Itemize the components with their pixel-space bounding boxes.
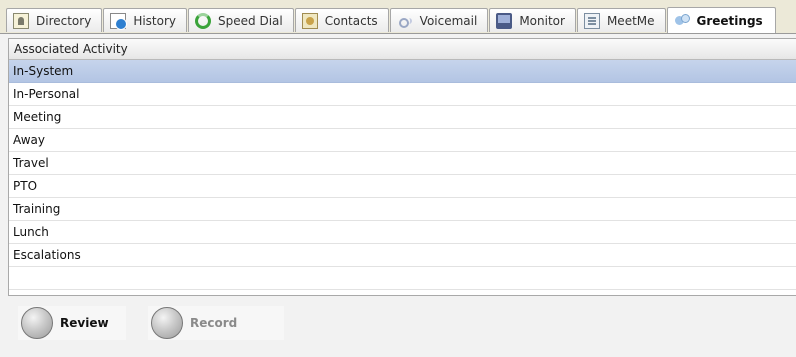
table-row[interactable]: In-Personal — [9, 83, 796, 106]
tab-speed-dial[interactable]: Speed Dial — [188, 8, 294, 32]
tab-label: Greetings — [696, 13, 763, 28]
column-header-associated-activity[interactable]: Associated Activity — [9, 39, 796, 60]
meetme-icon — [583, 12, 600, 29]
row-label: In-System — [13, 64, 74, 78]
record-button[interactable]: Record — [148, 306, 284, 340]
table-row[interactable]: Escalations — [9, 244, 796, 267]
table-row[interactable]: In-System — [9, 60, 796, 83]
tab-label: Directory — [36, 13, 92, 28]
record-round-icon — [151, 307, 183, 339]
tab-directory[interactable]: Directory — [6, 8, 103, 32]
greetings-icon — [674, 13, 690, 29]
tab-label: Monitor — [519, 13, 565, 28]
row-label: Training — [13, 202, 61, 216]
tab-greetings[interactable]: Greetings — [666, 7, 776, 33]
table-row[interactable]: Away — [9, 129, 796, 152]
table-row[interactable]: Travel — [9, 152, 796, 175]
tab-contacts[interactable]: Contacts — [294, 8, 389, 32]
review-round-icon — [21, 307, 53, 339]
row-label: Escalations — [13, 248, 81, 262]
voicemail-icon — [397, 13, 413, 29]
activity-table: Associated Activity In-System In-Persona… — [8, 38, 796, 296]
directory-icon — [13, 12, 29, 29]
tab-label: History — [133, 13, 177, 28]
row-label: In-Personal — [13, 87, 80, 101]
tab-monitor[interactable]: Monitor — [489, 8, 576, 32]
table-row[interactable]: Meeting — [9, 106, 796, 129]
row-label: Travel — [13, 156, 49, 170]
empty-table-row — [9, 267, 796, 290]
row-label: Meeting — [13, 110, 62, 124]
table-row[interactable]: PTO — [9, 175, 796, 198]
tab-label: Speed Dial — [218, 13, 283, 28]
row-label: PTO — [13, 179, 38, 193]
tab-bar: Directory History Speed Dial Contacts Vo… — [0, 0, 796, 34]
table-row[interactable]: Lunch — [9, 221, 796, 244]
record-label: Record — [190, 316, 238, 330]
tab-label: MeetMe — [606, 13, 655, 28]
row-label: Away — [13, 133, 45, 147]
speed-dial-icon — [195, 12, 212, 29]
tab-label: Voicemail — [419, 13, 478, 28]
monitor-icon — [496, 12, 513, 29]
contacts-icon — [301, 12, 318, 29]
history-icon — [110, 12, 128, 30]
review-button[interactable]: Review — [18, 306, 126, 340]
row-label: Lunch — [13, 225, 49, 239]
table-row[interactable]: Training — [9, 198, 796, 221]
column-header-label: Associated Activity — [14, 42, 128, 56]
tab-label: Contacts — [324, 13, 378, 28]
tab-voicemail[interactable]: Voicemail — [389, 8, 489, 32]
review-label: Review — [60, 316, 109, 330]
tab-history[interactable]: History — [103, 8, 188, 32]
tab-meetme[interactable]: MeetMe — [576, 8, 666, 32]
